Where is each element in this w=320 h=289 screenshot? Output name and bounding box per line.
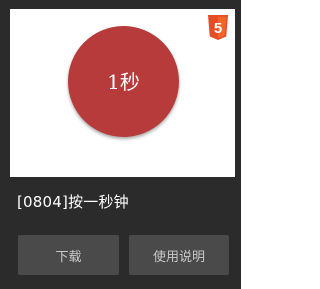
app-card: 1秒 5 [0804]按一秒钟 下载 使用说明 xyxy=(0,0,241,289)
download-button[interactable]: 下载 xyxy=(18,235,119,275)
manual-button[interactable]: 使用说明 xyxy=(129,235,229,275)
html5-icon: 5 xyxy=(208,15,228,40)
card-title: [0804]按一秒钟 xyxy=(17,193,129,211)
html5-badge-text: 5 xyxy=(214,20,222,37)
preview-area[interactable]: 1秒 5 xyxy=(10,9,235,177)
hold-circle-button[interactable]: 1秒 xyxy=(68,26,179,137)
circle-label: 1秒 xyxy=(107,69,140,94)
